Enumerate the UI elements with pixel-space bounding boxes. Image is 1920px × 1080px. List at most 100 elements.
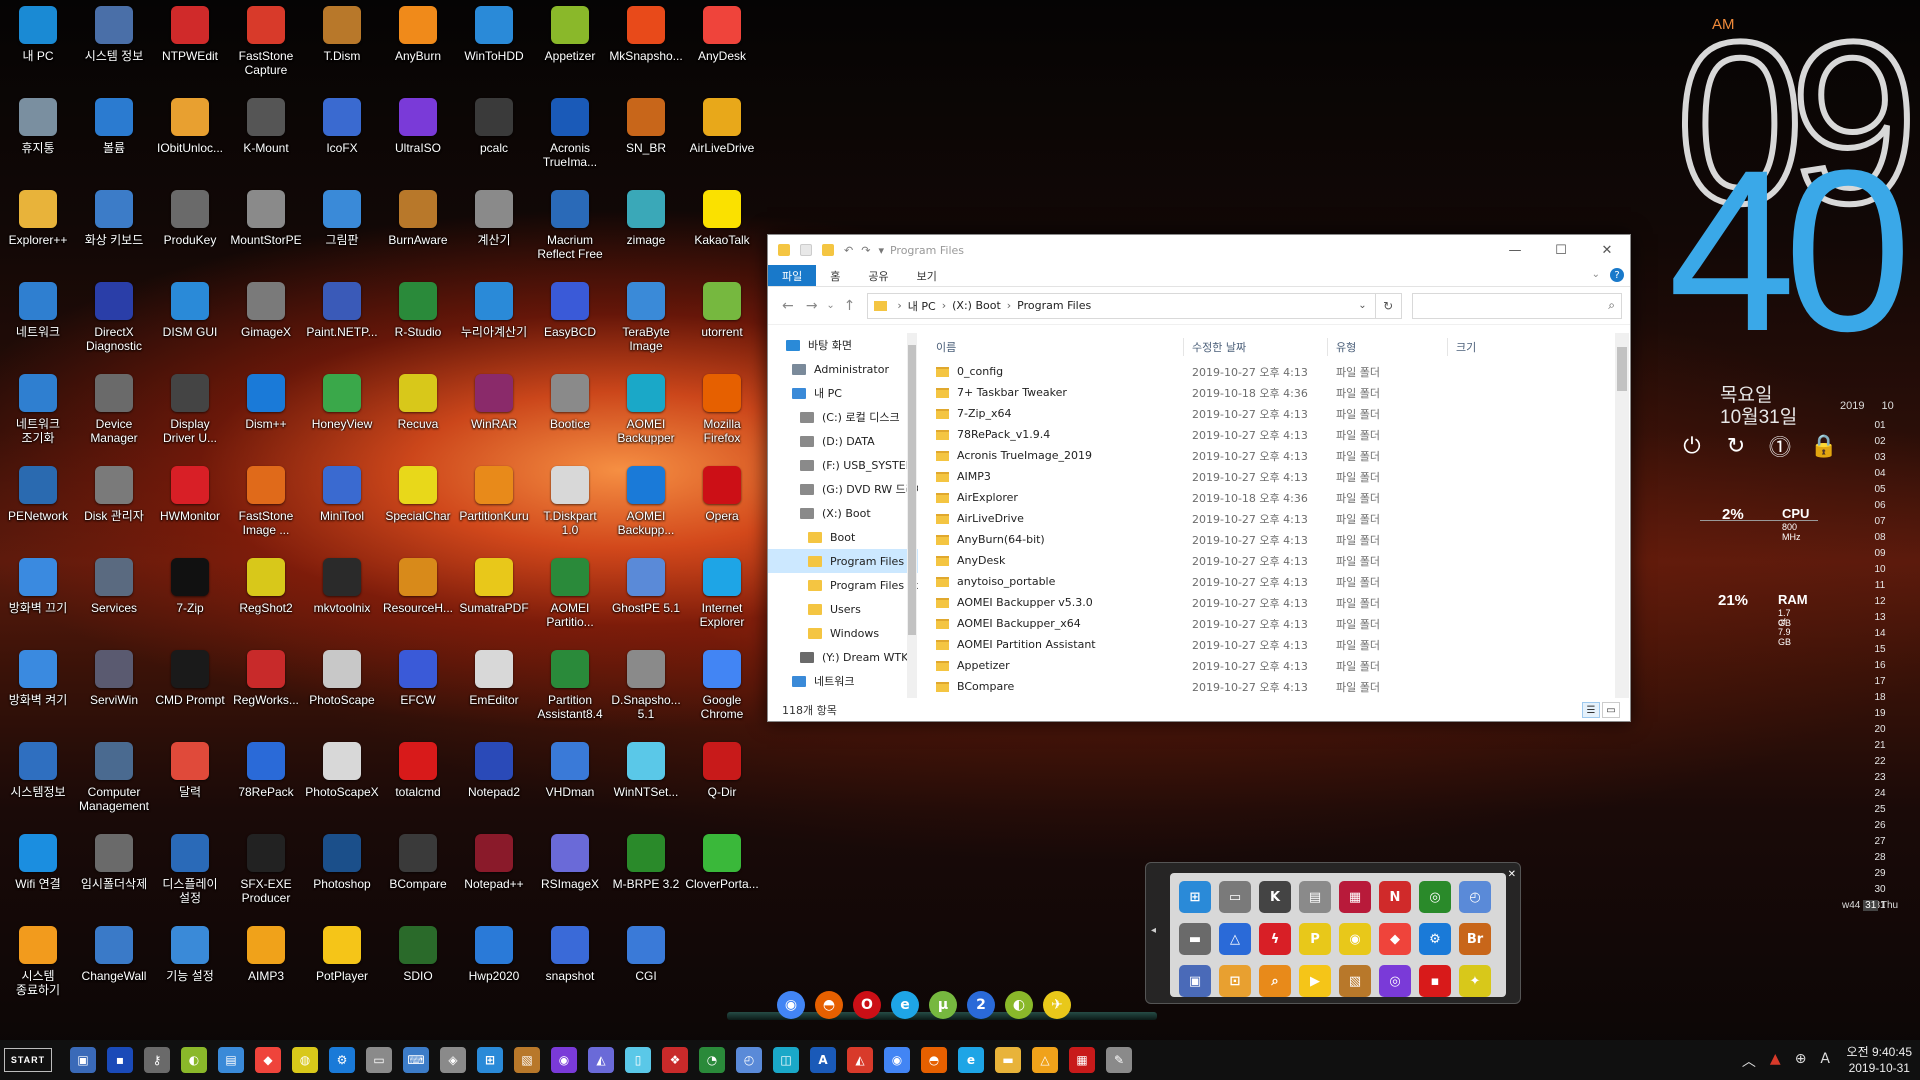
nav-item[interactable]: (G:) DVD RW 드라이브 — [768, 477, 918, 501]
desktop-icon[interactable]: ServiWin — [76, 646, 152, 736]
disc-icon[interactable]: ◉ — [1339, 923, 1371, 955]
pdf-icon[interactable]: P — [1299, 923, 1331, 955]
file-row[interactable]: AnyDesk 2019-10-27 오후 4:13 파일 폴더 — [928, 550, 1618, 571]
nav-item[interactable]: Administrator — [768, 357, 918, 381]
tab-home[interactable]: 홈 — [816, 265, 854, 286]
desktop-icon[interactable]: PotPlayer — [304, 922, 380, 1012]
restart-icon[interactable]: ↻ — [1724, 434, 1748, 459]
power-icon[interactable]: ⏻ — [1680, 434, 1704, 459]
forward-button[interactable]: → — [800, 298, 824, 314]
dock-collapse-icon[interactable]: ◂ — [1151, 925, 1156, 936]
desktop-icon[interactable]: pcalc — [456, 94, 532, 184]
desktop-icon[interactable]: Notepad2 — [456, 738, 532, 828]
desktop-icon[interactable]: SFX-EXE Producer — [228, 830, 304, 920]
tab-view[interactable]: 보기 — [903, 265, 951, 286]
large-icons-view-icon[interactable]: ▭ — [1602, 702, 1620, 718]
desktop-icon[interactable]: DirectX Diagnostic — [76, 278, 152, 368]
aimp-icon[interactable]: △ — [1032, 1047, 1058, 1073]
nav-item[interactable]: (X:) Boot — [768, 501, 918, 525]
ie-icon[interactable]: e — [958, 1047, 984, 1073]
folder-icon[interactable]: ▬ — [995, 1047, 1021, 1073]
maximize-button[interactable]: ☐ — [1538, 235, 1584, 265]
desktop-icon[interactable]: BurnAware — [380, 186, 456, 276]
drive-icon[interactable]: ▤ — [1299, 881, 1331, 913]
desktop-icon[interactable]: EasyBCD — [532, 278, 608, 368]
details-view-icon[interactable]: ☰ — [1582, 702, 1600, 718]
disc-icon[interactable]: ◉ — [551, 1047, 577, 1073]
desktop-icon[interactable]: mkvtoolnix — [304, 554, 380, 644]
utorrent-icon[interactable]: μ — [929, 991, 957, 1019]
desktop-icon[interactable]: ResourceH... — [380, 554, 456, 644]
qdir-icon[interactable]: ▦ — [1069, 1047, 1095, 1073]
nav-item[interactable]: Users — [768, 597, 918, 621]
desktop-icon[interactable]: 디스플레이 설정 — [152, 830, 228, 920]
lock-icon[interactable]: ⊡ — [1219, 965, 1251, 997]
appetizer-icon[interactable]: ◐ — [181, 1047, 207, 1073]
desktop-icon[interactable]: Display Driver U... — [152, 370, 228, 460]
desktop-icon[interactable]: HoneyView — [304, 370, 380, 460]
hwmonitor-icon[interactable]: ϟ — [1259, 923, 1291, 955]
desktop-icon[interactable]: Q-Dir — [684, 738, 760, 828]
desktop-icon[interactable]: BCompare — [380, 830, 456, 920]
desktop-icon[interactable]: PENetwork — [0, 462, 76, 552]
desktop-icon[interactable]: FastStone Capture — [228, 2, 304, 92]
minimize-button[interactable]: — — [1492, 235, 1538, 265]
properties-icon[interactable] — [800, 244, 812, 256]
bootice-icon[interactable]: ◈ — [440, 1047, 466, 1073]
desktop-icon[interactable]: totalcmd — [380, 738, 456, 828]
ie-icon[interactable]: e — [891, 991, 919, 1019]
desktop-icon[interactable]: Computer Management — [76, 738, 152, 828]
drive-icon[interactable]: ▭ — [1219, 881, 1251, 913]
desktop-icon[interactable]: ProduKey — [152, 186, 228, 276]
faststone-icon[interactable]: ◭ — [847, 1047, 873, 1073]
desktop-icon[interactable]: 방화벽 켜기 — [0, 646, 76, 736]
desktop-icon[interactable]: AOMEI Backupp... — [608, 462, 684, 552]
windows-icon[interactable]: ⊞ — [477, 1047, 503, 1073]
recuva-icon[interactable]: ◍ — [292, 1047, 318, 1073]
nav-scrollbar[interactable] — [907, 333, 917, 698]
desktop-icon[interactable]: CloverPorta... — [684, 830, 760, 920]
key-icon[interactable]: N — [1379, 881, 1411, 913]
desktop-icon[interactable]: 누리아계산기 — [456, 278, 532, 368]
address-dropdown-icon[interactable]: ⌄ — [1358, 300, 1366, 311]
regworks-icon[interactable]: ❖ — [662, 1047, 688, 1073]
desktop-icon[interactable]: SumatraPDF — [456, 554, 532, 644]
settings-icon[interactable]: ▤ — [218, 1047, 244, 1073]
drive-icon[interactable]: ▭ — [366, 1047, 392, 1073]
desktop-icon[interactable]: Partition Assistant8.4 — [532, 646, 608, 736]
desktop-icon[interactable]: MountStorPE — [228, 186, 304, 276]
keyboard-icon[interactable]: ⌨ — [403, 1047, 429, 1073]
file-row[interactable]: AOMEI Backupper v5.3.0 2019-10-27 오후 4:13… — [928, 592, 1618, 613]
breadcrumb-boot-drive[interactable]: (X:) Boot — [952, 299, 1001, 312]
desktop-icon[interactable]: Notepad++ — [456, 830, 532, 920]
desktop-icon[interactable]: CGI — [608, 922, 684, 1012]
file-row[interactable]: Appetizer 2019-10-27 오후 4:13 파일 폴더 — [928, 655, 1618, 676]
mbrpe-icon[interactable]: ◎ — [1419, 881, 1451, 913]
desktop-icon[interactable]: VHDman — [532, 738, 608, 828]
desktop-icon[interactable]: PhotoScapeX — [304, 738, 380, 828]
desktop-icon[interactable]: 화상 키보드 — [76, 186, 152, 276]
drive-icon[interactable]: ▬ — [1179, 923, 1211, 955]
rsimagex-icon[interactable]: ◭ — [588, 1047, 614, 1073]
ghost-icon[interactable]: ◴ — [1459, 881, 1491, 913]
nav-item[interactable]: (F:) USB_SYSTEM — [768, 453, 918, 477]
desktop-icon[interactable]: IcoFX — [304, 94, 380, 184]
desktop-icon[interactable]: PhotoScape — [304, 646, 380, 736]
desktop-icon[interactable]: K-Mount — [228, 94, 304, 184]
desktop-icon[interactable]: 휴지통 — [0, 94, 76, 184]
nav-item[interactable]: Windows — [768, 621, 918, 645]
desktop-icon[interactable]: 시스템정보 — [0, 738, 76, 828]
desktop-icon[interactable]: EmEditor — [456, 646, 532, 736]
lock-icon[interactable]: 🔒 — [1810, 434, 1837, 459]
nav-item[interactable]: (C:) 로컬 디스크 — [768, 405, 918, 429]
anydesk-icon[interactable]: ◆ — [255, 1047, 281, 1073]
key-icon[interactable]: ⚷ — [144, 1047, 170, 1073]
desktop-icon[interactable]: 그림판 — [304, 186, 380, 276]
chevron-up-icon[interactable]: ︿ — [1742, 1051, 1756, 1071]
close-button[interactable]: ✕ — [1584, 235, 1630, 265]
firefox-icon[interactable]: ◓ — [921, 1047, 947, 1073]
desktop-icon[interactable]: DISM GUI — [152, 278, 228, 368]
winntsetup-icon[interactable]: ▯ — [625, 1047, 651, 1073]
desktop-icon[interactable]: SpecialChar — [380, 462, 456, 552]
aomei-partition-icon[interactable]: ◔ — [699, 1047, 725, 1073]
